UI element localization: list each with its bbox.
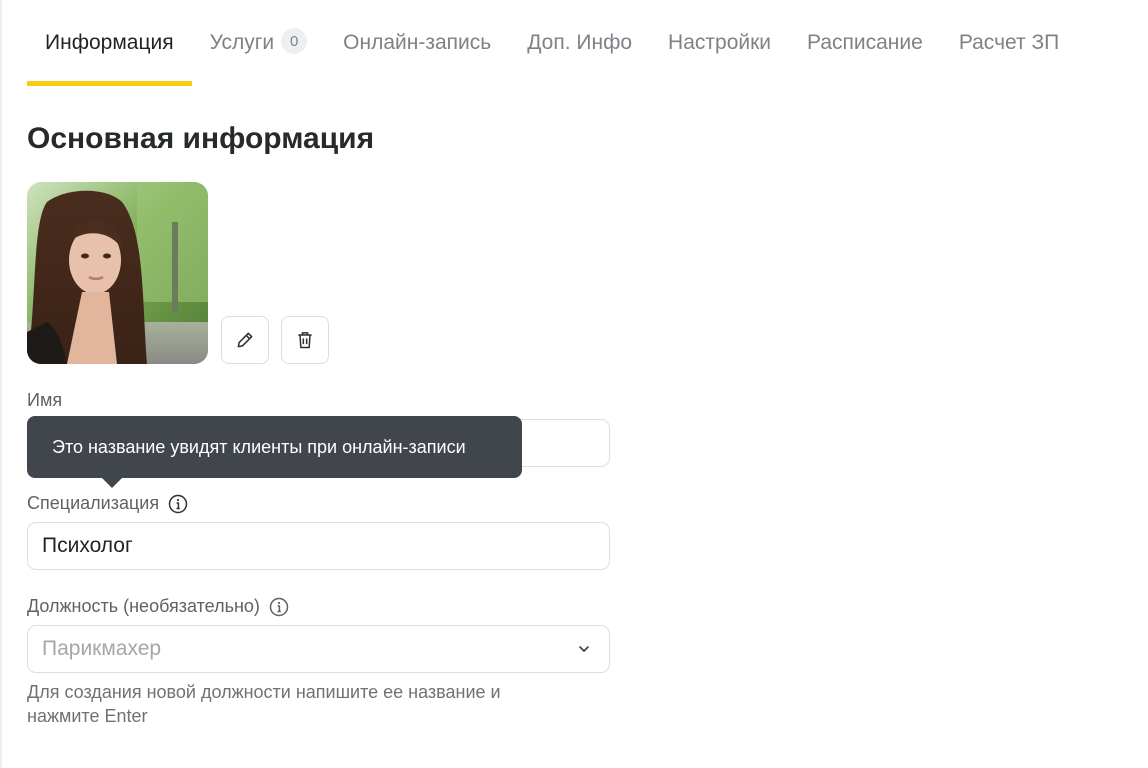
delete-photo-button[interactable]: [281, 316, 329, 364]
position-placeholder: Парикмахер: [42, 637, 162, 660]
position-label: Должность (необязательно): [27, 596, 289, 617]
tab-label: Информация: [45, 31, 174, 54]
tab-label: Расписание: [807, 31, 923, 54]
tab-label: Расчет ЗП: [958, 31, 1060, 54]
name-label: Имя: [27, 390, 62, 411]
tab-services[interactable]: Услуги 0: [192, 0, 326, 86]
position-hint: Для создания новой должности напишите ее…: [27, 682, 501, 726]
tab-label: Онлайн-запись: [343, 31, 492, 54]
specialization-input[interactable]: Психолог: [27, 522, 610, 570]
specialization-label-text: Специализация: [27, 493, 160, 513]
profile-photo: [27, 182, 208, 364]
tab-label: Настройки: [668, 31, 772, 54]
tab-bar: Информация Услуги 0 Онлайн-запись Доп. И…: [27, 0, 1077, 86]
info-icon[interactable]: [269, 597, 289, 617]
tab-label: Услуги: [209, 31, 275, 54]
tooltip-arrow: [101, 477, 123, 488]
chevron-down-icon: [579, 646, 589, 652]
specialization-label: Специализация: [27, 493, 188, 514]
specialization-value: Психолог: [42, 534, 133, 557]
trash-icon: [298, 332, 312, 349]
edit-photo-button[interactable]: [221, 316, 269, 364]
tab-salary[interactable]: Расчет ЗП: [941, 0, 1077, 86]
tab-label: Доп. Инфо: [527, 31, 633, 54]
info-icon[interactable]: [168, 494, 188, 514]
tab-extra-info[interactable]: Доп. Инфо: [509, 0, 650, 86]
left-divider: [0, 0, 2, 768]
tab-information[interactable]: Информация: [27, 0, 192, 86]
tooltip-text: Это название увидят клиенты при онлайн-з…: [52, 436, 466, 457]
section-title: Основная информация: [27, 122, 375, 155]
page: Информация Услуги 0 Онлайн-запись Доп. И…: [0, 0, 1148, 768]
tab-online-booking[interactable]: Онлайн-запись: [325, 0, 509, 86]
tab-settings[interactable]: Настройки: [650, 0, 789, 86]
tab-schedule[interactable]: Расписание: [789, 0, 941, 86]
tooltip: Это название увидят клиенты при онлайн-з…: [27, 416, 522, 478]
services-count-badge: 0: [281, 28, 308, 54]
pencil-icon: [237, 332, 253, 348]
name-label-text: Имя: [27, 390, 63, 410]
position-select[interactable]: Парикмахер: [27, 625, 610, 673]
profile-photo-image: [27, 182, 208, 364]
position-label-text: Должность (необязательно): [27, 596, 260, 616]
